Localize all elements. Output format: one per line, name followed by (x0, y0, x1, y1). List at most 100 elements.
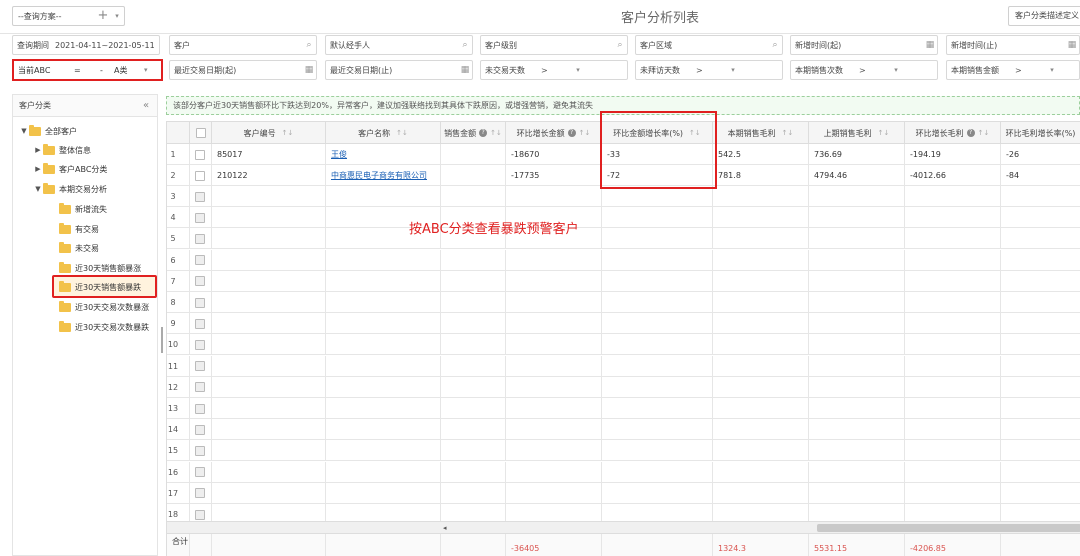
sort-icon[interactable]: ↑↓ (978, 129, 990, 137)
search-icon[interactable]: ⌕ (613, 40, 627, 50)
table-row[interactable]: 4 (167, 207, 1080, 229)
row-checkbox-cell[interactable] (190, 144, 212, 165)
row-checkbox[interactable] (195, 276, 205, 287)
tree-item-abc-class[interactable]: ▶ 客户ABC分类 (33, 160, 107, 178)
sort-icon[interactable]: ↑↓ (878, 129, 890, 137)
no-visit-days-filter[interactable]: 未拜访天数 > ▾ (635, 60, 783, 80)
row-checkbox-cell[interactable] (190, 355, 212, 377)
current-abc-value[interactable]: A类 (114, 65, 144, 76)
no-visit-days-operator[interactable]: > (696, 66, 726, 75)
row-checkbox-cell[interactable] (190, 207, 212, 229)
row-checkbox[interactable] (195, 318, 205, 329)
expand-arrow-icon[interactable]: ▼ (33, 185, 43, 193)
sidebar-scrollbar[interactable] (161, 327, 163, 353)
calendar-icon[interactable]: ▦ (923, 40, 937, 50)
tree-item-period-trade-analysis[interactable]: ▼ 本期交易分析 (33, 180, 107, 198)
sales-amount-operator[interactable]: > (1015, 66, 1045, 75)
table-row[interactable]: 17 (167, 482, 1080, 504)
row-checkbox-cell[interactable] (190, 165, 212, 186)
chevron-down-icon[interactable]: ▾ (110, 12, 124, 20)
tree-item-trade-count-surge[interactable]: 近30天交易次数暴涨 (59, 298, 149, 316)
scrollbar-thumb[interactable] (817, 524, 1080, 532)
row-checkbox-cell[interactable] (190, 334, 212, 356)
table-row[interactable]: 16 (167, 461, 1080, 483)
customer-level-filter[interactable]: 客户级别 ⌕ (480, 35, 628, 55)
table-row[interactable]: 6 (167, 249, 1080, 271)
collapse-icon[interactable]: « (143, 100, 157, 111)
chevron-down-icon[interactable]: ▾ (726, 66, 740, 74)
row-checkbox[interactable] (195, 212, 205, 223)
col-current-profit[interactable]: 本期销售毛利 ↑↓ (713, 122, 809, 144)
tree-item-all-customers[interactable]: ▼ 全部客户 (19, 122, 77, 140)
table-row[interactable]: 11 (167, 355, 1080, 377)
table-row[interactable]: 14 (167, 419, 1080, 441)
calendar-icon[interactable]: ▦ (458, 65, 472, 75)
row-checkbox[interactable] (195, 297, 205, 308)
sales-count-operator[interactable]: > (859, 66, 889, 75)
sort-icon[interactable]: ↑↓ (782, 129, 794, 137)
customer-name-link[interactable]: 王俊 (331, 150, 347, 159)
expand-arrow-icon[interactable]: ▶ (33, 146, 43, 154)
tree-item-has-trade[interactable]: 有交易 (59, 220, 99, 238)
row-checkbox[interactable] (195, 445, 205, 456)
table-row[interactable]: 8 (167, 292, 1080, 313)
tree-item-trade-count-plunge[interactable]: 近30天交易次数暴跌 (59, 318, 149, 336)
row-checkbox[interactable] (195, 361, 205, 372)
row-checkbox[interactable] (195, 382, 205, 393)
chevron-down-icon[interactable]: ▾ (571, 66, 585, 74)
col-profit-rate[interactable]: 环比毛利增长率(%) (1001, 122, 1080, 144)
last-trade-from-filter[interactable]: 最近交易日期(起) ▦ (169, 60, 317, 80)
expand-arrow-icon[interactable]: ▶ (33, 165, 43, 173)
row-checkbox[interactable] (195, 255, 205, 266)
calendar-icon[interactable]: ▦ (1065, 40, 1079, 50)
customer-name-link[interactable]: 中商惠民电子商务有限公司 (331, 171, 427, 180)
search-icon[interactable]: ⌕ (458, 40, 472, 50)
add-scheme-icon[interactable]: + (96, 7, 110, 25)
tree-item-sales-surge[interactable]: 近30天销售额暴涨 (59, 259, 141, 277)
customer-region-filter[interactable]: 客户区域 ⌕ (635, 35, 783, 55)
handler-filter[interactable]: 默认经手人 ⌕ (325, 35, 473, 55)
row-checkbox-cell[interactable] (190, 376, 212, 398)
col-growth-amount[interactable]: 环比增长金额? ↑↓ (506, 122, 602, 144)
table-row[interactable]: 3 (167, 186, 1080, 207)
horizontal-scrollbar[interactable]: ◂ (167, 521, 1080, 533)
query-scheme-select[interactable]: --查询方案-- + ▾ (12, 6, 125, 26)
select-all-header[interactable] (190, 122, 212, 144)
col-previous-profit[interactable]: 上期销售毛利 ↑↓ (809, 122, 905, 144)
help-icon[interactable]: ? (966, 129, 975, 137)
row-checkbox-cell[interactable] (190, 461, 212, 483)
row-checkbox-cell[interactable] (190, 440, 212, 462)
no-trade-days-filter[interactable]: 未交易天数 > ▾ (480, 60, 628, 80)
col-customer-name[interactable]: 客户名称 ↑↓ (326, 122, 441, 144)
current-abc-operator[interactable]: = (74, 66, 100, 75)
last-trade-to-filter[interactable]: 最近交易日期(止) ▦ (325, 60, 473, 80)
row-checkbox[interactable] (195, 424, 205, 435)
tree-item-no-trade[interactable]: 未交易 (59, 239, 99, 257)
chevron-down-icon[interactable]: ▾ (889, 66, 903, 74)
row-checkbox[interactable] (195, 170, 205, 181)
row-checkbox-cell[interactable] (190, 249, 212, 271)
row-checkbox-cell[interactable] (190, 228, 212, 250)
customer-filter[interactable]: 客户 ⌕ (169, 35, 317, 55)
sales-amount-filter[interactable]: 本期销售金额 > ▾ (946, 60, 1080, 80)
table-row[interactable]: 5 (167, 228, 1080, 250)
sales-count-filter[interactable]: 本期销售次数 > ▾ (790, 60, 938, 80)
customer-class-definition-button[interactable]: 客户分类描述定义 (1008, 6, 1080, 26)
row-checkbox[interactable] (195, 339, 205, 350)
row-checkbox[interactable] (195, 149, 205, 160)
select-all-checkbox[interactable] (195, 128, 206, 138)
table-row[interactable]: 13 (167, 398, 1080, 419)
sort-icon[interactable]: ↑↓ (282, 129, 294, 137)
tree-item-overall-info[interactable]: ▶ 整体信息 (33, 141, 91, 159)
sort-icon[interactable]: ↑↓ (579, 129, 591, 137)
row-checkbox[interactable] (195, 403, 205, 414)
row-checkbox[interactable] (195, 467, 205, 478)
row-checkbox[interactable] (195, 509, 205, 520)
sort-icon[interactable]: ↑↓ (490, 129, 502, 137)
search-icon[interactable]: ⌕ (768, 40, 782, 50)
table-row[interactable]: 10 (167, 334, 1080, 356)
row-checkbox[interactable] (195, 233, 205, 244)
row-checkbox-cell[interactable] (190, 186, 212, 207)
tree-item-new-lost[interactable]: 新增流失 (59, 200, 107, 218)
row-checkbox[interactable] (195, 191, 205, 202)
